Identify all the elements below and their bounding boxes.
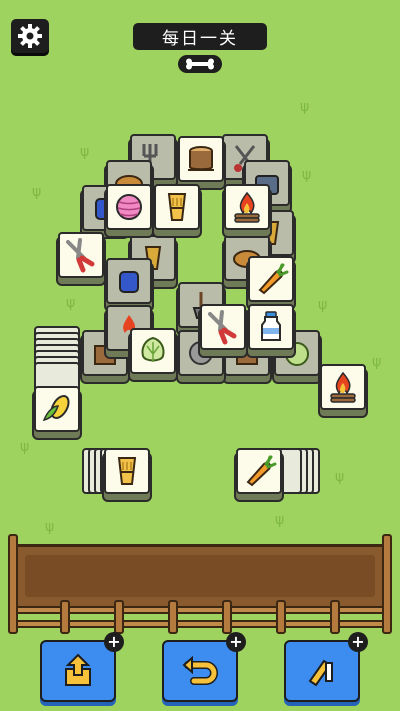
tile-yarn[interactable] [106, 184, 152, 230]
tile-cabbage[interactable] [130, 328, 176, 374]
plus-badge: + [348, 632, 368, 652]
undo-arrow-icon [182, 655, 218, 685]
tile-wheat[interactable] [104, 448, 150, 494]
grass-decoration: ψ [318, 297, 328, 313]
milk-bottle-icon [261, 311, 281, 341]
tree-stump-icon [188, 146, 214, 171]
glove-icon [119, 271, 139, 293]
shuffle-icon [308, 659, 333, 687]
fence-post [60, 600, 70, 634]
tile-milk[interactable] [248, 304, 294, 350]
tile-corn[interactable] [34, 386, 80, 432]
campfire-icon [234, 191, 260, 223]
campfire-icon [330, 371, 356, 403]
bone-icon [186, 58, 214, 70]
corn-icon [42, 395, 70, 422]
tile-stump[interactable] [178, 136, 224, 182]
up-arrow-box-icon [65, 653, 91, 686]
grass-decoration: ψ [20, 439, 30, 455]
grass-decoration: ψ [32, 184, 42, 200]
wheat-icon [117, 457, 137, 485]
bone-badge [178, 55, 222, 73]
cabbage-icon [141, 336, 165, 362]
fence-post [330, 600, 340, 634]
shears-icon [208, 310, 237, 345]
tile-glove [106, 258, 152, 304]
carrot-icon [258, 263, 289, 295]
shears-icon [66, 238, 95, 273]
grass-decoration: ψ [302, 167, 312, 183]
tray-slots [25, 555, 375, 597]
wheat-icon [167, 193, 187, 221]
grass-decoration: ψ [300, 99, 310, 115]
fence-post [8, 534, 18, 634]
fence-post [382, 534, 392, 634]
tile-shears[interactable] [200, 304, 246, 350]
tile-campfire[interactable] [320, 364, 366, 410]
tile-wheat[interactable] [154, 184, 200, 230]
fence-post [114, 600, 124, 634]
settings-button[interactable] [11, 19, 49, 53]
grass-decoration: ψ [275, 512, 285, 528]
gear-icon [18, 24, 42, 48]
grass-decoration: ψ [80, 144, 90, 160]
tile-carrot[interactable] [236, 448, 282, 494]
level-title: 每日一关 [133, 23, 267, 50]
tile-carrot[interactable] [248, 256, 294, 302]
undo-button[interactable]: + [162, 632, 246, 702]
fence-post [168, 600, 178, 634]
move-out-button[interactable]: + [40, 632, 124, 702]
grass-decoration: ψ [372, 354, 382, 370]
plus-badge: + [104, 632, 124, 652]
tile-campfire[interactable] [224, 184, 270, 230]
fence-post [222, 600, 232, 634]
grass-decoration: ψ [66, 295, 76, 311]
yarn-ball-icon [116, 194, 142, 220]
plus-badge: + [226, 632, 246, 652]
tile-shears[interactable] [58, 232, 104, 278]
shuffle-button[interactable]: + [284, 632, 368, 702]
fence-post [276, 600, 286, 634]
grass-decoration: ψ [45, 519, 55, 535]
carrot-icon [246, 455, 277, 487]
grass-decoration: ψ [335, 469, 345, 485]
